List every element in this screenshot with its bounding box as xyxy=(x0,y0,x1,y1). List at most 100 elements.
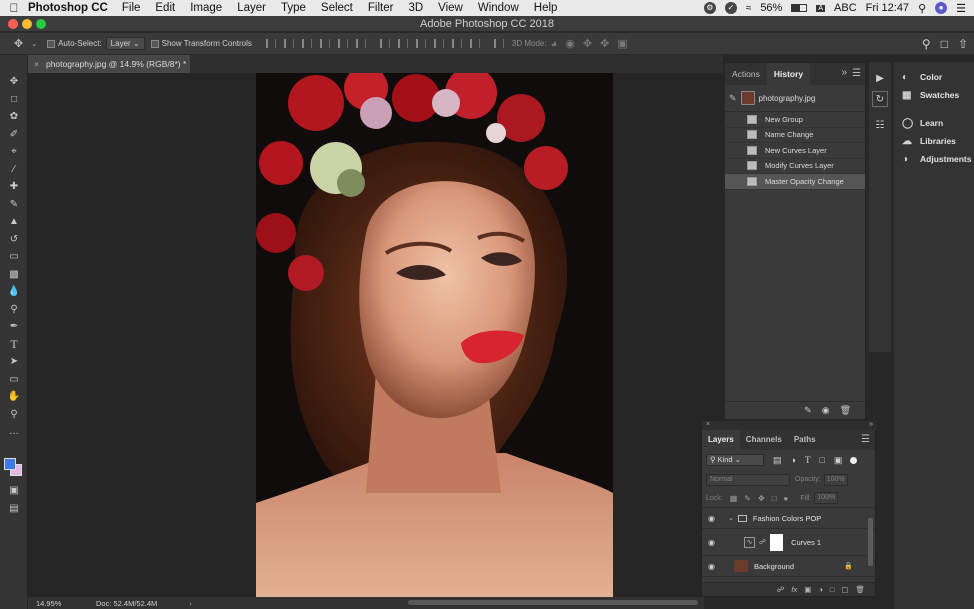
history-state[interactable]: Name Change xyxy=(725,128,865,143)
camera-snapshot-icon[interactable]: ◉ xyxy=(822,405,830,416)
distribute-vcenter-icon[interactable] xyxy=(397,39,408,48)
more-tools-icon[interactable]: … xyxy=(0,423,28,441)
distribute-left-icon[interactable] xyxy=(433,39,444,48)
quick-selection-tool-icon[interactable]: ✐ xyxy=(0,126,28,144)
spotlight-icon[interactable]: ⚲ xyxy=(918,2,926,15)
eraser-tool-icon[interactable]: ▭ xyxy=(0,248,28,266)
lock-pixels-icon[interactable]: ✎ xyxy=(744,494,751,503)
3d-orbit-icon[interactable]: ◕ xyxy=(551,38,558,50)
3d-slide-icon[interactable]: ✥ xyxy=(600,37,609,50)
chevron-down-icon[interactable]: ⌄ xyxy=(728,514,734,522)
dodge-tool-icon[interactable]: ⚲ xyxy=(0,301,28,319)
menu-filter[interactable]: Filter xyxy=(368,2,394,14)
new-adjustment-icon[interactable]: ◑ xyxy=(818,585,823,594)
tab-history[interactable]: History xyxy=(766,63,811,85)
panel-color[interactable]: ◐ Color xyxy=(894,68,974,86)
quick-mask-icon[interactable]: ▣ xyxy=(0,482,28,500)
align-right-icon[interactable] xyxy=(355,39,366,48)
layer-row-background[interactable]: ◉ Background 🔒 xyxy=(702,556,875,577)
menu-3d[interactable]: 3D xyxy=(408,2,423,14)
gradient-tool-icon[interactable]: ▩ xyxy=(0,266,28,284)
menu-type[interactable]: Type xyxy=(281,2,306,14)
history-state-selected[interactable]: Master Opacity Change xyxy=(725,174,865,190)
hand-tool-icon[interactable]: ✋ xyxy=(0,388,28,406)
filter-smart-object-icon[interactable]: ▣ xyxy=(834,455,843,466)
panel-libraries[interactable]: ☁ Libraries xyxy=(894,132,974,150)
close-document-icon[interactable]: × xyxy=(34,59,39,69)
path-selection-tool-icon[interactable]: ➤ xyxy=(0,353,28,371)
lock-position-icon[interactable]: ✥ xyxy=(758,494,765,503)
auto-select-checkbox[interactable] xyxy=(47,39,56,48)
screen-mode-icon[interactable]: ▤ xyxy=(0,500,28,518)
history-state[interactable]: New Group xyxy=(725,112,865,128)
3d-pan-icon[interactable]: ✥ xyxy=(583,37,592,50)
panel-menu-icon[interactable]: ☰ xyxy=(852,68,861,79)
align-vcenter-icon[interactable] xyxy=(283,39,294,48)
3d-roll-icon[interactable]: ◉ xyxy=(565,37,575,50)
notification-center-icon[interactable]: ☰ xyxy=(956,2,966,15)
menu-help[interactable]: Help xyxy=(534,2,558,14)
input-source-label[interactable]: ABC xyxy=(834,2,857,14)
filter-adjustment-icon[interactable]: ◑ xyxy=(791,455,796,465)
collapse-layers-panel-icon[interactable]: » xyxy=(869,421,873,428)
wifi-icon[interactable]: ≈ xyxy=(746,3,752,14)
document-tab[interactable]: × photography.jpg @ 14.9% (RGB/8*) * xyxy=(28,55,190,73)
eye-icon[interactable]: ◉ xyxy=(708,514,720,523)
distribute-hcenter-icon[interactable] xyxy=(451,39,462,48)
3d-scale-icon[interactable]: ▣ xyxy=(617,37,627,50)
transform-controls-checkbox[interactable] xyxy=(150,39,159,48)
layer-filter-dropdown[interactable]: ⚲ Kind ⌄ xyxy=(706,454,764,466)
history-brush-source-icon[interactable]: ✎ xyxy=(729,93,737,104)
tab-actions[interactable]: Actions xyxy=(725,63,767,85)
align-left-icon[interactable] xyxy=(319,39,330,48)
history-panel-icon[interactable]: ↻ xyxy=(872,91,888,107)
align-top-icon[interactable] xyxy=(265,39,276,48)
history-state[interactable]: New Curves Layer xyxy=(725,143,865,159)
close-panel-icon[interactable]: × xyxy=(706,421,710,428)
history-state[interactable]: Modify Curves Layer xyxy=(725,159,865,174)
lasso-tool-icon[interactable]: ✿ xyxy=(0,108,28,126)
marquee-tool-icon[interactable]: □ xyxy=(0,91,28,109)
lock-transparency-icon[interactable]: ▦ xyxy=(730,494,738,503)
doc-info[interactable]: Doc: 52.4M/52.4M xyxy=(96,599,157,608)
status-app-icon[interactable]: ⚙ xyxy=(703,2,716,14)
layer-row-curves[interactable]: ◉ ∿ ☍ Curves 1 xyxy=(702,529,875,556)
filter-shape-icon[interactable]: □ xyxy=(819,455,824,465)
distribute-right-icon[interactable] xyxy=(469,39,480,48)
blend-mode-dropdown[interactable]: Normal xyxy=(706,473,790,486)
battery-icon[interactable] xyxy=(791,4,808,12)
new-document-from-state-icon[interactable]: ✎ xyxy=(804,405,812,416)
auto-align-icon[interactable] xyxy=(493,39,504,48)
layers-panel-menu-icon[interactable]: ☰ xyxy=(861,434,870,445)
rectangle-tool-icon[interactable]: ▭ xyxy=(0,371,28,389)
blur-tool-icon[interactable]: 💧 xyxy=(0,283,28,301)
fill-field[interactable]: 100% xyxy=(814,492,839,504)
brush-tool-icon[interactable]: ✎ xyxy=(0,196,28,214)
history-brush-tool-icon[interactable]: ↺ xyxy=(0,231,28,249)
opacity-field[interactable]: 100% xyxy=(823,473,848,486)
menu-edit[interactable]: Edit xyxy=(155,2,175,14)
canvas-area[interactable] xyxy=(28,73,723,597)
add-mask-icon[interactable]: ▣ xyxy=(804,585,811,594)
status-menu-arrow-icon[interactable]: › xyxy=(189,599,192,608)
menu-view[interactable]: View xyxy=(438,2,463,14)
menu-layer[interactable]: Layer xyxy=(237,2,266,14)
new-layer-icon[interactable]: ▢ xyxy=(841,585,848,594)
healing-brush-tool-icon[interactable]: ✚ xyxy=(0,178,28,196)
apple-icon[interactable]:  xyxy=(0,1,28,15)
distribute-bottom-icon[interactable] xyxy=(415,39,426,48)
move-tool-icon[interactable]: ✥ xyxy=(14,37,23,50)
menu-select[interactable]: Select xyxy=(321,2,353,14)
panel-adjustments[interactable]: ◑ Adjustments xyxy=(894,150,974,168)
foreground-color-swatch[interactable] xyxy=(4,458,16,470)
eye-icon[interactable]: ◉ xyxy=(708,538,720,547)
lock-all-icon[interactable]: ● xyxy=(784,494,789,503)
siri-icon[interactable]: ● xyxy=(935,2,948,14)
clock[interactable]: Fri 12:47 xyxy=(866,2,909,14)
properties-panel-icon[interactable]: ☷ xyxy=(869,115,891,135)
zoom-level[interactable]: 14.95% xyxy=(36,599,96,608)
layer-mask-thumbnail[interactable] xyxy=(770,533,784,551)
zoom-tool-icon[interactable]: ⚲ xyxy=(0,406,28,424)
layer-style-icon[interactable]: fx xyxy=(791,585,797,594)
collapse-panel-icon[interactable]: » xyxy=(841,67,847,78)
